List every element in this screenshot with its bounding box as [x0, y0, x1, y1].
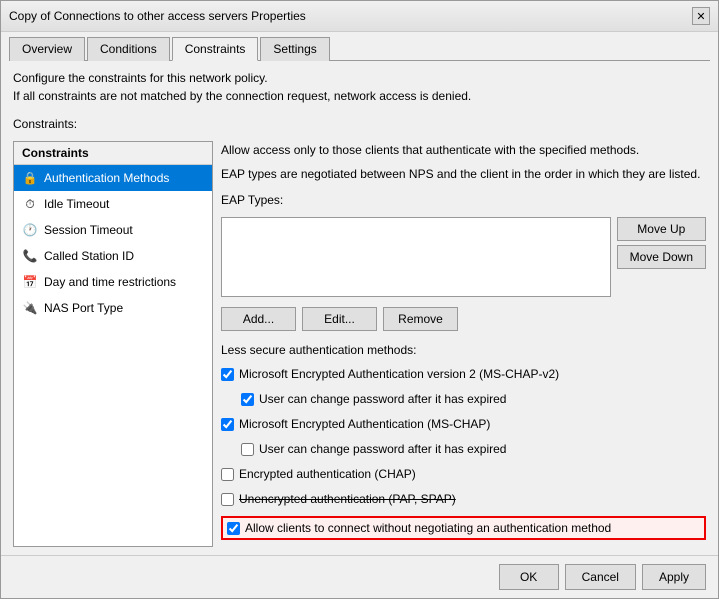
sidebar-item-called-station[interactable]: 📞 Called Station ID — [14, 243, 212, 269]
checkbox-chap-label: Encrypted authentication (CHAP) — [239, 467, 416, 481]
eap-types-label: EAP Types: — [221, 193, 706, 207]
tab-constraints[interactable]: Constraints — [172, 37, 259, 61]
session-icon: 🕐 — [22, 222, 38, 238]
desc-line2: If all constraints are not matched by th… — [13, 87, 706, 105]
checkbox-allow-no-auth-label: Allow clients to connect without negotia… — [245, 521, 611, 535]
tab-bar: Overview Conditions Constraints Settings — [1, 32, 718, 60]
checkbox-ms-chap-input[interactable] — [221, 418, 234, 431]
nas-icon: 🔌 — [22, 300, 38, 316]
eap-buttons: Move Up Move Down — [617, 217, 706, 297]
ok-button[interactable]: OK — [499, 564, 559, 590]
sidebar-item-label-nas: NAS Port Type — [44, 301, 123, 315]
sidebar-item-idle-timeout[interactable]: ⏱ Idle Timeout — [14, 191, 212, 217]
clock-icon: ⏱ — [22, 196, 38, 212]
tab-settings[interactable]: Settings — [260, 37, 329, 61]
apply-button[interactable]: Apply — [642, 564, 706, 590]
checkbox-user-change-chap-label: User can change password after it has ex… — [259, 442, 506, 456]
sidebar-item-label-daytime: Day and time restrictions — [44, 275, 176, 289]
sidebar-item-nas-port[interactable]: 🔌 NAS Port Type — [14, 295, 212, 321]
checkbox-chap[interactable]: Encrypted authentication (CHAP) — [221, 466, 706, 482]
cancel-button[interactable]: Cancel — [565, 564, 636, 590]
eap-list[interactable] — [221, 217, 611, 297]
close-button[interactable]: ✕ — [692, 7, 710, 25]
checkbox-pap-spap[interactable]: Unencrypted authentication (PAP, SPAP) — [221, 491, 706, 507]
edit-button[interactable]: Edit... — [302, 307, 377, 331]
less-secure-label: Less secure authentication methods: — [221, 343, 706, 357]
remove-button[interactable]: Remove — [383, 307, 458, 331]
calendar-icon: 📅 — [22, 274, 38, 290]
tab-conditions[interactable]: Conditions — [87, 37, 170, 61]
dialog-window: Copy of Connections to other access serv… — [0, 0, 719, 599]
main-content: Constraints 🔒 Authentication Methods ⏱ I… — [1, 133, 718, 555]
sidebar-item-day-time[interactable]: 📅 Day and time restrictions — [14, 269, 212, 295]
checkbox-ms-chap[interactable]: Microsoft Encrypted Authentication (MS-C… — [221, 416, 706, 432]
lock-icon: 🔒 — [22, 170, 38, 186]
right-desc2: EAP types are negotiated between NPS and… — [221, 165, 706, 183]
checkbox-allow-no-auth-input[interactable] — [227, 522, 240, 535]
checkbox-chap-input[interactable] — [221, 468, 234, 481]
checkbox-user-change-chapv2-input[interactable] — [241, 393, 254, 406]
station-icon: 📞 — [22, 248, 38, 264]
footer: OK Cancel Apply — [1, 555, 718, 598]
sidebar-item-label-session: Session Timeout — [44, 223, 133, 237]
checkbox-pap-spap-label: Unencrypted authentication (PAP, SPAP) — [239, 492, 456, 506]
right-desc1: Allow access only to those clients that … — [221, 141, 706, 159]
left-panel-header: Constraints — [14, 142, 212, 165]
add-button[interactable]: Add... — [221, 307, 296, 331]
sidebar-item-label-station: Called Station ID — [44, 249, 134, 263]
move-up-button[interactable]: Move Up — [617, 217, 706, 241]
highlighted-checkbox-row: Allow clients to connect without negotia… — [221, 516, 706, 540]
checkbox-ms-chapv2-input[interactable] — [221, 368, 234, 381]
checkbox-ms-chap-label: Microsoft Encrypted Authentication (MS-C… — [239, 417, 490, 431]
window-title: Copy of Connections to other access serv… — [9, 9, 306, 23]
eap-action-buttons: Add... Edit... Remove — [221, 307, 706, 331]
title-bar: Copy of Connections to other access serv… — [1, 1, 718, 32]
description-area: Configure the constraints for this netwo… — [1, 61, 718, 113]
checkbox-user-change-chapv2-label: User can change password after it has ex… — [259, 392, 506, 406]
checkbox-user-change-chap[interactable]: User can change password after it has ex… — [241, 441, 706, 457]
checkbox-ms-chapv2[interactable]: Microsoft Encrypted Authentication versi… — [221, 366, 706, 382]
checkbox-user-change-chapv2[interactable]: User can change password after it has ex… — [241, 391, 706, 407]
desc-line1: Configure the constraints for this netwo… — [13, 69, 706, 87]
checkbox-pap-spap-input[interactable] — [221, 493, 234, 506]
right-panel: Allow access only to those clients that … — [221, 141, 706, 547]
tab-overview[interactable]: Overview — [9, 37, 85, 61]
eap-area: Move Up Move Down — [221, 217, 706, 297]
constraints-section-label: Constraints: — [1, 113, 718, 133]
sidebar-item-label-idle: Idle Timeout — [44, 197, 109, 211]
sidebar-item-session-timeout[interactable]: 🕐 Session Timeout — [14, 217, 212, 243]
left-panel: Constraints 🔒 Authentication Methods ⏱ I… — [13, 141, 213, 547]
sidebar-item-auth-methods[interactable]: 🔒 Authentication Methods — [14, 165, 212, 191]
move-down-button[interactable]: Move Down — [617, 245, 706, 269]
checkbox-allow-no-auth[interactable]: Allow clients to connect without negotia… — [227, 520, 700, 536]
checkbox-ms-chapv2-label: Microsoft Encrypted Authentication versi… — [239, 367, 559, 381]
checkbox-user-change-chap-input[interactable] — [241, 443, 254, 456]
sidebar-item-label-auth: Authentication Methods — [44, 171, 169, 185]
